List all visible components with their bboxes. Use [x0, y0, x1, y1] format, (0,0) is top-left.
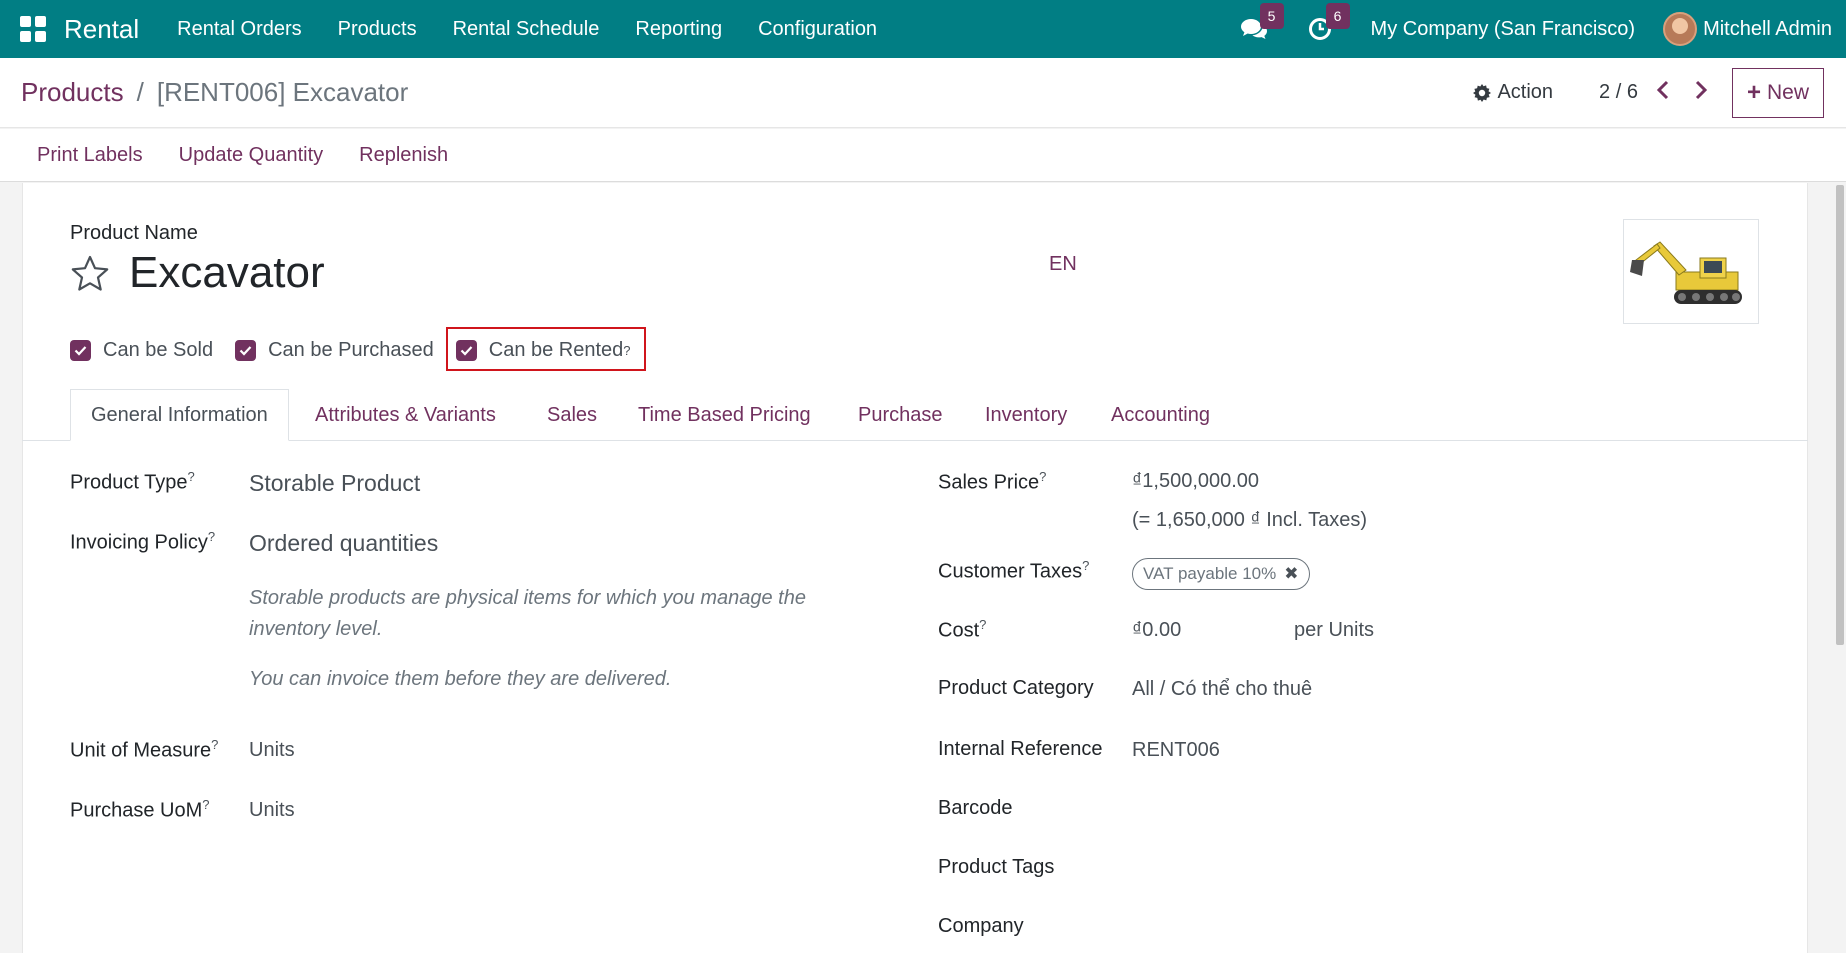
product-category-label: Product Category: [938, 677, 1094, 699]
product-name-label: Product Name: [70, 222, 198, 244]
activities-count-badge: 6: [1325, 3, 1350, 29]
help-tooltip-icon[interactable]: ?: [979, 617, 986, 632]
gear-icon: [1473, 83, 1492, 102]
user-avatar[interactable]: [1663, 12, 1698, 46]
tab-attributes-variants[interactable]: Attributes & Variants: [315, 389, 496, 441]
print-labels-button[interactable]: Print Labels: [37, 144, 143, 167]
top-navbar: Rental Rental Orders Products Rental Sch…: [0, 0, 1846, 58]
product-image[interactable]: [1623, 219, 1759, 324]
invoicing-policy-label: Invoicing Policy?: [70, 529, 216, 554]
plus-icon: +: [1746, 78, 1761, 106]
checkbox-checked-icon: [70, 339, 91, 361]
internal-reference-label: Internal Reference: [938, 738, 1103, 760]
sales-price-field[interactable]: ₫1,500,000.00: [1132, 470, 1259, 493]
product-type-label: Product Type?: [70, 469, 195, 494]
help-tooltip-icon[interactable]: ?: [202, 797, 209, 812]
highlight-box: [446, 327, 646, 371]
scrollbar-thumb[interactable]: [1836, 185, 1844, 645]
chevron-left-icon[interactable]: [1656, 80, 1670, 106]
product-type-field[interactable]: Storable Product: [249, 470, 420, 497]
breadcrumb: Products / [RENT006] Excavator: [21, 77, 408, 108]
help-tooltip-icon[interactable]: ?: [1082, 558, 1089, 573]
activities-button[interactable]: 6: [1305, 3, 1350, 44]
customer-taxes-label: Customer Taxes?: [938, 558, 1090, 583]
internal-reference-field[interactable]: RENT006: [1132, 739, 1220, 762]
update-quantity-button[interactable]: Update Quantity: [179, 144, 324, 167]
action-button[interactable]: Action: [1472, 81, 1553, 104]
language-button[interactable]: EN: [1049, 253, 1077, 276]
excavator-icon: [1630, 241, 1742, 304]
messages-count-badge: 5: [1259, 3, 1284, 29]
tab-time-based-pricing[interactable]: Time Based Pricing: [638, 389, 811, 441]
app-name[interactable]: Rental: [64, 14, 139, 45]
tab-sales[interactable]: Sales: [547, 389, 597, 441]
help-tooltip-icon[interactable]: ?: [208, 529, 215, 544]
replenish-button[interactable]: Replenish: [359, 144, 448, 167]
breadcrumb-separator: /: [136, 77, 144, 107]
tab-accounting[interactable]: Accounting: [1111, 389, 1210, 441]
star-icon[interactable]: [70, 254, 110, 294]
menu-products[interactable]: Products: [320, 18, 435, 41]
notebook-tabs: General Information Attributes & Variant…: [22, 389, 1808, 441]
chevron-right-icon[interactable]: [1694, 80, 1708, 106]
menu-reporting[interactable]: Reporting: [617, 18, 740, 41]
help-tooltip-icon[interactable]: ?: [1039, 469, 1046, 484]
can-be-sold-checkbox[interactable]: Can be Sold: [70, 339, 213, 362]
barcode-label: Barcode: [938, 797, 1013, 819]
apps-menu-icon[interactable]: [20, 16, 46, 42]
purchase-uom-field[interactable]: Units: [249, 799, 295, 822]
header-button-bar: Print Labels Update Quantity Replenish: [0, 129, 1846, 182]
product-tags-label: Product Tags: [938, 856, 1055, 878]
user-menu[interactable]: Mitchell Admin: [1703, 18, 1832, 41]
breadcrumb-current: [RENT006] Excavator: [156, 77, 409, 107]
purchase-uom-label: Purchase UoM?: [70, 797, 210, 822]
company-switcher[interactable]: My Company (San Francisco): [1371, 18, 1636, 41]
sales-price-incl-taxes: (= 1,650,000 ₫ Incl. Taxes): [1132, 509, 1368, 531]
invoicing-policy-field[interactable]: Ordered quantities: [249, 530, 438, 557]
messages-button[interactable]: 5: [1239, 3, 1284, 44]
checkbox-checked-icon: [235, 339, 257, 361]
new-label: New: [1766, 80, 1809, 104]
help-tooltip-icon[interactable]: ?: [211, 737, 218, 752]
sales-price-label: Sales Price?: [938, 469, 1047, 494]
unit-of-measure-field[interactable]: Units: [249, 739, 295, 762]
help-tooltip-icon[interactable]: ?: [187, 469, 194, 484]
company-label: Company: [938, 915, 1024, 937]
menu-rental-orders[interactable]: Rental Orders: [159, 18, 320, 41]
form-sheet: [22, 183, 1808, 953]
tax-tag-label: VAT payable 10%: [1143, 564, 1277, 583]
control-panel: Products / [RENT006] Excavator Action 2 …: [0, 58, 1846, 128]
tab-purchase[interactable]: Purchase: [858, 389, 943, 441]
can-be-purchased-checkbox[interactable]: Can be Purchased: [235, 339, 434, 362]
cost-unit: per Units: [1294, 619, 1375, 641]
menu-rental-schedule[interactable]: Rental Schedule: [435, 18, 618, 41]
action-label: Action: [1497, 81, 1554, 103]
product-name-field[interactable]: Excavator: [129, 248, 325, 298]
breadcrumb-products[interactable]: Products: [21, 77, 124, 108]
product-category-field[interactable]: All / Có thể cho thuê: [1132, 678, 1312, 701]
can-be-sold-label: Can be Sold: [103, 338, 214, 361]
remove-tag-icon[interactable]: ✖: [1284, 564, 1298, 584]
tax-tag[interactable]: VAT payable 10% ✖: [1132, 558, 1310, 590]
cost-field[interactable]: ₫0.00: [1132, 619, 1181, 642]
menu-configuration[interactable]: Configuration: [740, 18, 895, 41]
can-be-purchased-label: Can be Purchased: [268, 338, 434, 361]
cost-label: Cost?: [938, 617, 987, 642]
pager-value[interactable]: 2 / 6: [1599, 81, 1638, 104]
unit-of-measure-label: Unit of Measure?: [70, 737, 219, 762]
product-type-help-text: Storable products are physical items for…: [249, 587, 806, 640]
invoicing-help-text: You can invoice them before they are del…: [249, 668, 672, 690]
tab-inventory[interactable]: Inventory: [985, 389, 1067, 441]
new-button[interactable]: + New: [1731, 67, 1824, 118]
tab-general-information[interactable]: General Information: [70, 389, 289, 441]
